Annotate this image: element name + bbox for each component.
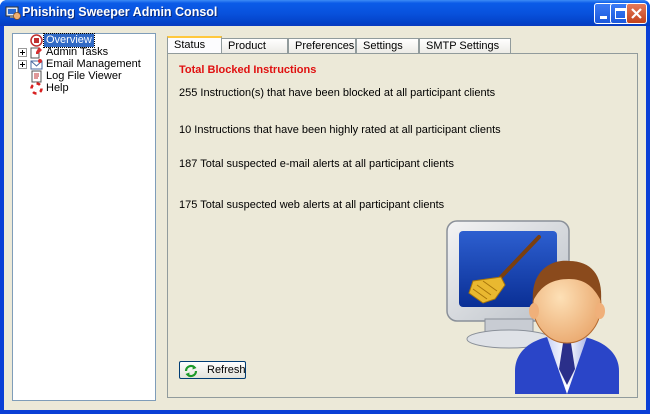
help-lifebuoy-icon (30, 82, 43, 95)
tab-settings[interactable]: Settings (356, 38, 419, 53)
refresh-label: Refresh (207, 364, 246, 376)
refresh-icon (184, 364, 198, 378)
expand-icon[interactable] (18, 48, 27, 57)
close-button[interactable] (626, 3, 647, 24)
tab-product-info[interactable]: Product Info (221, 38, 288, 67)
tab-status[interactable]: Status (167, 36, 222, 53)
tree-item-help[interactable]: Help (15, 82, 153, 95)
stat-highly-rated: 10 Instructions that have been highly ra… (179, 124, 501, 136)
admin-user-computer-illustration (446, 220, 619, 394)
status-panel: Total Blocked Instructions 255 Instructi… (167, 53, 638, 398)
stat-web-alerts: 175 Total suspected web alerts at all pa… (179, 199, 445, 211)
window-title: Phishing Sweeper Admin Consol (22, 5, 218, 19)
refresh-button[interactable]: Refresh (179, 361, 246, 379)
tree-item-label: Help (46, 82, 69, 94)
stat-blocked-instructions: 255 Instruction(s) that have been blocke… (179, 87, 496, 99)
tab-smtp-settings[interactable]: SMTP Settings (419, 38, 511, 53)
expand-icon[interactable] (18, 60, 27, 69)
phishing-sweeper-app-icon (5, 6, 21, 20)
title-bar[interactable]: Phishing Sweeper Admin Consol (0, 0, 650, 26)
stat-email-alerts: 187 Total suspected e-mail alerts at all… (179, 158, 454, 170)
blocked-instructions-heading: Total Blocked Instructions (179, 64, 317, 76)
close-icon (631, 8, 642, 19)
navigation-tree[interactable]: Overview Admin Tasks Email Management Lo… (12, 33, 156, 401)
tab-preferences[interactable]: Preferences (288, 38, 356, 53)
app-window: Phishing Sweeper Admin Consol Overview A (0, 0, 650, 414)
